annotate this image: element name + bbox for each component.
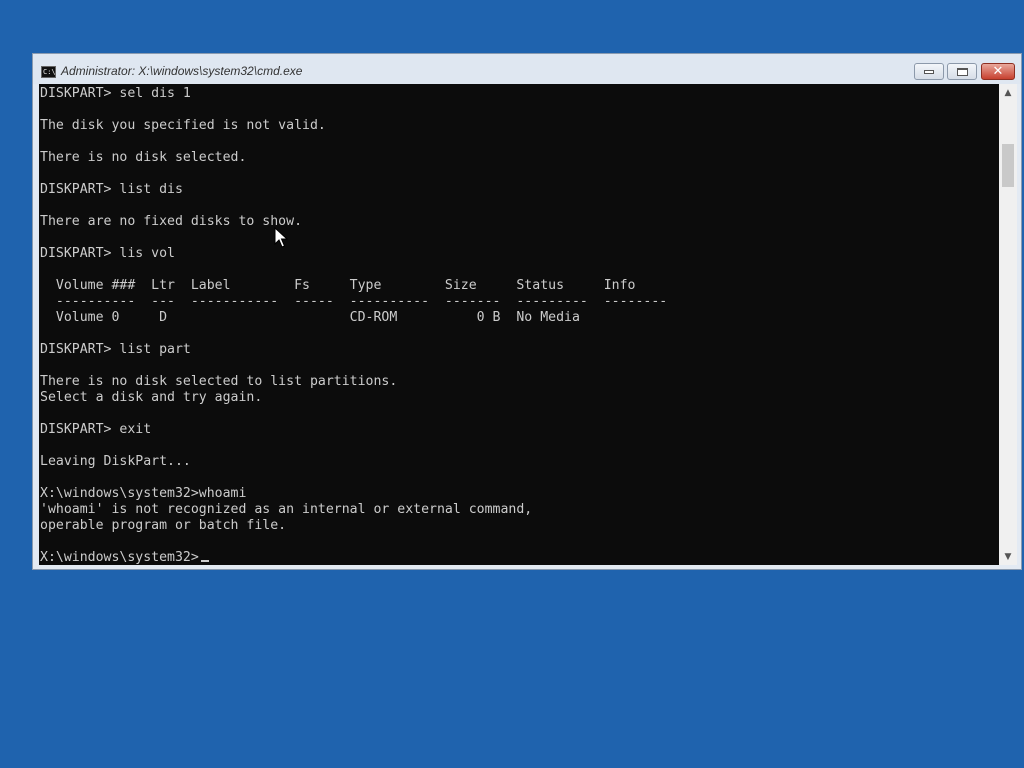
console-line: Select a disk and try again. (40, 390, 263, 405)
mouse-pointer-icon (274, 227, 288, 248)
volume-table-row: Volume 0 D CD-ROM 0 B No Media (40, 310, 580, 325)
vertical-scrollbar[interactable]: ▲ ▼ (999, 84, 1017, 565)
scrollbar-thumb[interactable] (1002, 144, 1014, 187)
minimize-button[interactable] (914, 63, 944, 80)
console-output[interactable]: DISKPART> sel dis 1 The disk you specifi… (39, 84, 999, 565)
window-title: Administrator: X:\windows\system32\cmd.e… (61, 64, 303, 78)
minimize-icon (924, 69, 934, 74)
console-line: DISKPART> sel dis 1 (40, 86, 191, 101)
console-line: DISKPART> exit (40, 422, 152, 437)
maximize-icon (956, 67, 968, 76)
cmd-window[interactable]: C:\ Administrator: X:\windows\system32\c… (32, 53, 1022, 570)
desktop-background: C:\ Administrator: X:\windows\system32\c… (0, 0, 1024, 768)
console-line: Leaving DiskPart... (40, 454, 191, 469)
console-line: There is no disk selected to list partit… (40, 374, 398, 389)
console-line: operable program or batch file. (40, 518, 287, 533)
console-line: DISKPART> list part (40, 342, 191, 357)
console-line: DISKPART> lis vol (40, 246, 175, 261)
console-line: X:\windows\system32>whoami (40, 486, 247, 501)
console-line: The disk you specified is not valid. (40, 118, 326, 133)
cmd-app-icon: C:\ (41, 66, 56, 78)
console-line: There are no fixed disks to show. (40, 214, 303, 229)
scroll-up-arrow-icon[interactable]: ▲ (999, 84, 1017, 101)
maximize-button[interactable] (947, 63, 977, 80)
console-line: There is no disk selected. (40, 150, 247, 165)
title-bar[interactable]: C:\ Administrator: X:\windows\system32\c… (33, 54, 1021, 84)
text-cursor (201, 560, 209, 562)
close-icon: ✕ (992, 64, 1004, 79)
close-button[interactable]: ✕ (981, 63, 1015, 80)
command-prompt[interactable]: X:\windows\system32> (40, 550, 199, 565)
volume-table-header: Volume ### Ltr Label Fs Type Size Status… (40, 278, 636, 293)
volume-table-separator: ---------- --- ----------- ----- -------… (40, 294, 668, 309)
console-line: 'whoami' is not recognized as an interna… (40, 502, 533, 517)
scroll-down-arrow-icon[interactable]: ▼ (999, 548, 1017, 565)
console-line: DISKPART> list dis (40, 182, 183, 197)
